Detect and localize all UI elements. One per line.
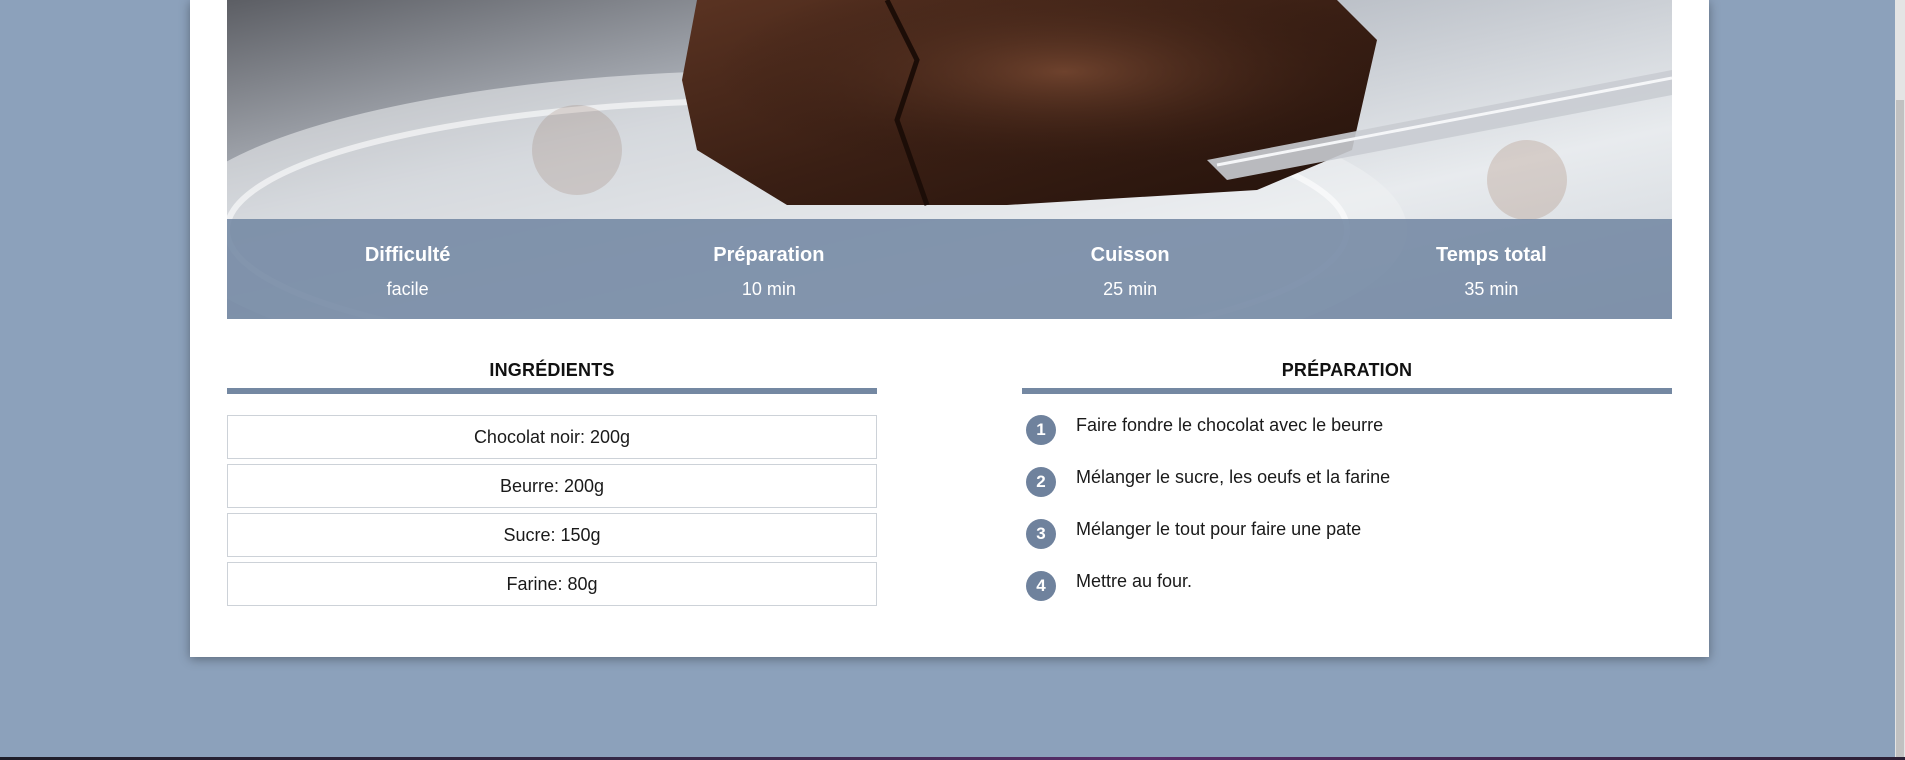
step-text: Faire fondre le chocolat avec le beurre bbox=[1076, 415, 1384, 435]
preparation-heading: PRÉPARATION bbox=[1022, 356, 1672, 394]
step-number-badge: 3 bbox=[1026, 519, 1056, 549]
stat-title: Préparation bbox=[713, 244, 825, 266]
recipe-card: Difficulté facile Préparation 10 min Cui… bbox=[190, 0, 1709, 657]
ingredient-item: Farine: 80g bbox=[227, 562, 877, 606]
preparation-step: 3 Mélanger le tout pour faire une pate bbox=[1022, 518, 1672, 570]
preparation-step: 1 Faire fondre le chocolat avec le beurr… bbox=[1022, 414, 1672, 466]
stat-value: 10 min bbox=[741, 279, 796, 299]
recipe-hero: Difficulté facile Préparation 10 min Cui… bbox=[227, 0, 1672, 319]
ingredient-item: Sucre: 150g bbox=[227, 513, 877, 557]
stat-value: facile bbox=[386, 279, 429, 299]
step-number-badge: 1 bbox=[1026, 415, 1056, 445]
stat-total-time: Temps total 35 min bbox=[1311, 219, 1672, 319]
stat-cooking-time: Cuisson 25 min bbox=[950, 219, 1311, 319]
stat-title: Temps total bbox=[1435, 244, 1547, 266]
step-number-badge: 2 bbox=[1026, 467, 1056, 497]
step-number-badge: 4 bbox=[1026, 571, 1056, 601]
ingredients-list: Chocolat noir: 200g Beurre: 200g Sucre: … bbox=[227, 415, 877, 606]
step-text: Mettre au four. bbox=[1076, 571, 1193, 591]
stat-title: Difficulté bbox=[364, 244, 451, 266]
stat-difficulty: Difficulté facile bbox=[227, 219, 588, 319]
ingredient-item: Beurre: 200g bbox=[227, 464, 877, 508]
preparation-section: PRÉPARATION 1 Faire fondre le chocolat a… bbox=[1022, 356, 1672, 622]
recipe-stats-bar: Difficulté facile Préparation 10 min Cui… bbox=[227, 219, 1672, 319]
preparation-steps: 1 Faire fondre le chocolat avec le beurr… bbox=[1022, 414, 1672, 622]
preparation-step: 4 Mettre au four. bbox=[1022, 570, 1672, 622]
ingredients-heading: INGRÉDIENTS bbox=[227, 356, 877, 394]
stat-preparation-time: Préparation 10 min bbox=[588, 219, 949, 319]
page-scrollbar[interactable] bbox=[1895, 0, 1905, 757]
preparation-step: 2 Mélanger le sucre, les oeufs et la far… bbox=[1022, 466, 1672, 518]
ingredients-section: INGRÉDIENTS Chocolat noir: 200g Beurre: … bbox=[227, 356, 877, 611]
step-text: Mélanger le tout pour faire une pate bbox=[1076, 519, 1362, 539]
ingredient-item: Chocolat noir: 200g bbox=[227, 415, 877, 459]
page-viewport: Difficulté facile Préparation 10 min Cui… bbox=[0, 0, 1905, 760]
step-text: Mélanger le sucre, les oeufs et la farin… bbox=[1076, 467, 1391, 487]
scrollbar-thumb[interactable] bbox=[1896, 100, 1904, 757]
stat-value: 25 min bbox=[1103, 279, 1158, 299]
stat-value: 35 min bbox=[1464, 279, 1519, 299]
stat-title: Cuisson bbox=[1090, 244, 1170, 266]
